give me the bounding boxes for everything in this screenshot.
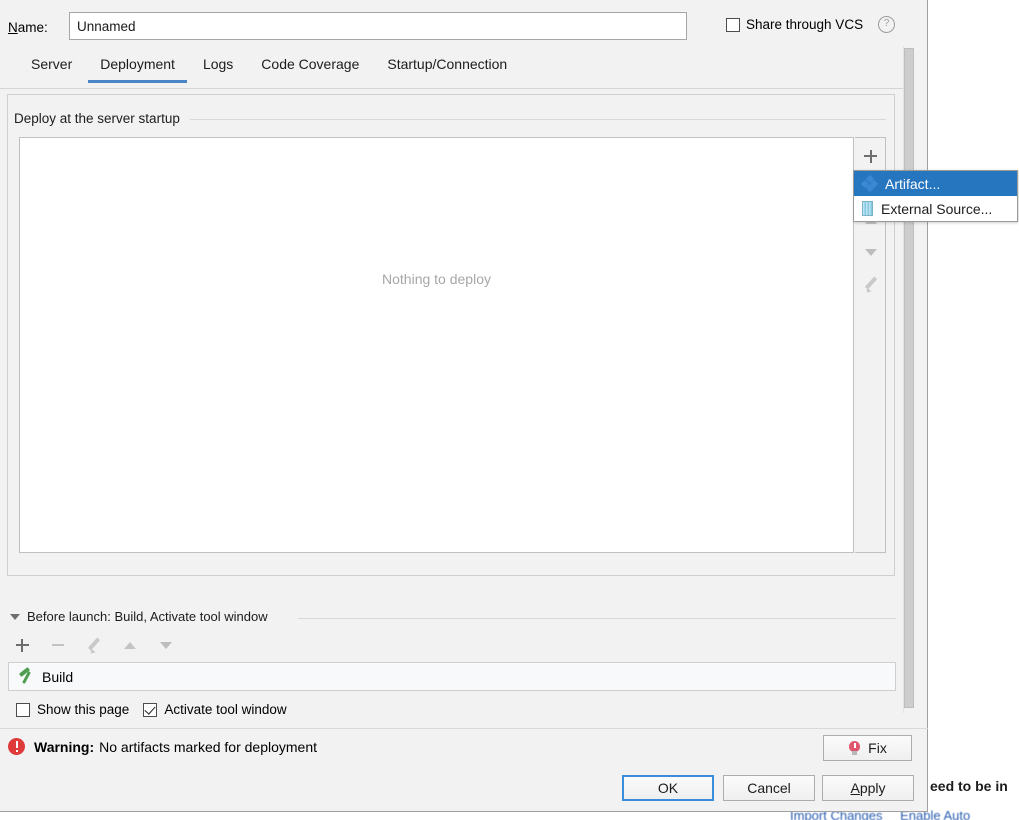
arrow-up-icon	[124, 641, 136, 649]
show-this-page-group[interactable]: Show this page	[16, 702, 129, 717]
name-row: Name: Share through VCS ?	[0, 12, 928, 44]
add-deployment-popup-menu: Artifact... External Source...	[853, 170, 1018, 222]
minus-icon	[52, 644, 64, 646]
activate-tool-window-checkbox[interactable]	[143, 702, 158, 717]
edit-button[interactable]	[855, 268, 886, 300]
activate-tool-window-label: Activate tool window	[164, 702, 287, 717]
tab-code-coverage[interactable]: Code Coverage	[247, 54, 373, 82]
tab-startup-connection[interactable]: Startup/Connection	[373, 54, 521, 82]
tab-server[interactable]: Server	[17, 54, 86, 82]
apply-button-label: Apply	[850, 780, 886, 796]
artifact-icon	[860, 174, 879, 193]
background-clipped-text: eed to be in	[930, 778, 1008, 794]
hammer-icon	[18, 669, 34, 685]
add-button[interactable]	[855, 140, 886, 172]
activate-tool-window-group[interactable]: Activate tool window	[143, 702, 287, 717]
share-through-vcs-row[interactable]: Share through VCS ?	[726, 16, 896, 33]
warning-message: No artifacts marked for deployment	[99, 738, 318, 755]
apply-button[interactable]: Apply	[822, 775, 914, 801]
plus-icon	[15, 638, 29, 652]
add-task-button[interactable]	[14, 637, 30, 653]
name-input[interactable]	[69, 12, 687, 40]
deployment-list[interactable]: Nothing to deploy	[19, 137, 854, 553]
deploy-group-title: Deploy at the server startup	[14, 111, 186, 126]
help-icon[interactable]: ?	[878, 16, 896, 33]
ok-button[interactable]: OK	[622, 775, 714, 801]
tab-logs[interactable]: Logs	[189, 54, 247, 82]
remove-task-button[interactable]	[50, 637, 66, 653]
menu-item-artifact[interactable]: Artifact...	[854, 171, 1017, 196]
share-through-vcs-label: Share through VCS	[746, 17, 864, 32]
warning-icon	[8, 738, 25, 755]
name-label: Name:	[8, 20, 48, 35]
move-task-up-button[interactable]	[122, 637, 138, 653]
collapse-triangle-icon[interactable]	[10, 613, 20, 620]
menu-item-artifact-label: Artifact...	[885, 175, 941, 192]
pencil-icon	[86, 637, 102, 653]
show-this-page-label: Show this page	[37, 702, 130, 717]
fix-button[interactable]: Fix	[823, 735, 912, 761]
ok-button-label: OK	[657, 780, 679, 796]
run-configuration-dialog: Name: Share through VCS ? Server Deploym…	[0, 0, 928, 812]
menu-item-external-source-label: External Source...	[881, 200, 993, 217]
plus-icon	[864, 149, 877, 163]
before-launch-task-row[interactable]: Build	[8, 662, 896, 691]
arrow-down-icon	[160, 641, 172, 649]
tab-deployment[interactable]: Deployment	[86, 54, 189, 83]
footer-divider	[0, 728, 928, 729]
empty-list-message: Nothing to deploy	[382, 271, 491, 287]
cancel-button[interactable]: Cancel	[723, 775, 815, 801]
bottom-checkbox-row: Show this page Activate tool window	[16, 702, 293, 717]
pencil-icon	[863, 276, 879, 292]
arrow-down-icon	[864, 248, 877, 256]
warning-row: Warning: No artifacts marked for deploym…	[8, 738, 317, 755]
edit-task-button[interactable]	[86, 637, 102, 653]
warning-prefix: Warning:	[34, 738, 95, 755]
group-divider	[190, 119, 886, 120]
move-down-button[interactable]	[855, 236, 886, 268]
show-this-page-checkbox[interactable]	[16, 702, 30, 717]
external-source-icon	[862, 201, 873, 216]
before-launch-toolbar	[14, 637, 174, 653]
before-launch-label: Before launch: Build, Activate tool wind…	[27, 609, 268, 624]
menu-item-external-source[interactable]: External Source...	[854, 196, 1017, 221]
share-through-vcs-checkbox[interactable]	[726, 17, 740, 32]
fix-button-label: Fix	[868, 740, 887, 756]
move-task-down-button[interactable]	[158, 637, 174, 653]
task-label: Build	[42, 668, 74, 685]
dialog-scrollbar-thumb[interactable]	[904, 48, 914, 708]
screen-root: eed to be in Import Changes Enable Auto …	[0, 0, 1019, 820]
before-launch-divider	[298, 618, 896, 619]
ide-background	[930, 0, 1019, 820]
tab-bar: Server Deployment Logs Code Coverage Sta…	[0, 54, 911, 89]
cancel-button-label: Cancel	[747, 780, 791, 796]
before-launch-header[interactable]: Before launch: Build, Activate tool wind…	[10, 609, 268, 624]
bulb-icon	[848, 740, 861, 756]
